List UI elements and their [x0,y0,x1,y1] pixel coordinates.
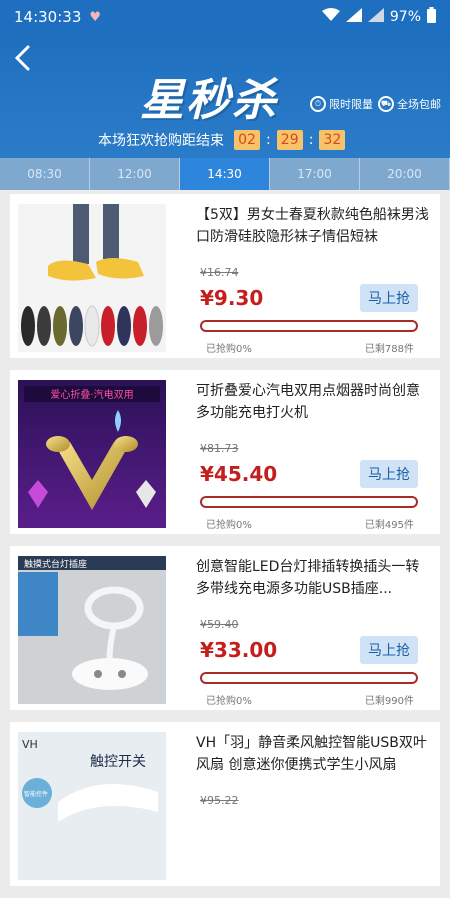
buy-now-button[interactable]: 马上抢 [360,460,418,488]
tab-2000[interactable]: 20:00 [360,158,450,190]
product-card[interactable]: 爱心折叠·汽电双用 可折叠爱心汽电双用点烟器时尚创意多功能充电打火机 ¥81.7… [10,370,440,534]
back-arrow-icon[interactable] [10,44,38,72]
progress-bar [200,320,418,332]
lighter-banner-text: 爱心折叠·汽电双用 [50,388,133,401]
product-name: 【5双】男女士春夏秋款纯色船袜男浅口防滑硅胶隐形袜子情侣短袜 [196,207,429,245]
sale-price: ¥33.00 [200,638,278,662]
status-bar: 14:30:33 ♥ 97% [0,0,450,34]
lamp-banner-text: 触摸式台灯插座 [24,558,87,570]
product-name: 创意智能LED台灯排插转换插头一转多带线充电源多功能USB插座... [196,559,420,597]
status-icons: 97% [321,7,436,27]
remaining-count: 已剩495件 [364,520,414,531]
tab-1430[interactable]: 14:30 [180,158,270,190]
colon: : [266,132,271,148]
truck-icon: ⛟ [378,96,394,112]
tab-0830[interactable]: 08:30 [0,158,90,190]
fan-brand-text: VH [22,738,38,751]
countdown-hours: 02 [234,130,260,150]
header: 星秒杀 ⏱ 限时限量 ⛟ 全场包邮 本场狂欢抢购距结束 02 : 29 : 32 [0,34,450,158]
page-title: 星秒杀 [140,75,278,126]
buy-now-button[interactable]: 马上抢 [360,636,418,664]
signal-icon [345,8,362,26]
progress-bar [200,496,418,508]
fan-badge-text: 智能控件 [24,790,48,798]
original-price: ¥16.74 [200,266,239,279]
countdown-label: 本场狂欢抢购距结束 [98,133,224,149]
product-card[interactable]: 触摸式台灯插座 创意智能LED台灯排插转换插头一转多带线充电源多功能USB插座.… [10,546,440,710]
sold-percent: 已抢购0% [206,344,252,355]
battery-percent: 97% [389,9,421,25]
product-image-socks [18,204,166,352]
remaining-count: 已剩990件 [364,696,414,707]
badge-limited-label: 限时限量 [329,98,373,111]
buy-now-button[interactable]: 马上抢 [360,284,418,312]
sale-price: ¥9.30 [200,286,264,310]
time-tabs: 08:30 12:00 14:30 17:00 20:00 [0,158,450,190]
sold-percent: 已抢购0% [206,696,252,707]
product-card[interactable]: 【5双】男女士春夏秋款纯色船袜男浅口防滑硅胶隐形袜子情侣短袜 ¥16.74 ¥9… [10,194,440,358]
badge-shipping-label: 全场包邮 [397,98,441,111]
signal-icon-2 [367,8,384,26]
original-price: ¥95.22 [200,794,239,807]
product-image-lighter: 爱心折叠·汽电双用 [18,380,166,528]
health-icon: ♥ [89,9,102,25]
original-price: ¥59.40 [200,618,239,631]
tab-1700[interactable]: 17:00 [270,158,360,190]
status-time: 14:30:33 [14,8,82,26]
tab-1200[interactable]: 12:00 [90,158,180,190]
countdown-seconds: 32 [319,130,346,150]
countdown-minutes: 29 [276,130,303,150]
product-list: 【5双】男女士春夏秋款纯色船袜男浅口防滑硅胶隐形袜子情侣短袜 ¥16.74 ¥9… [10,194,440,898]
battery-icon [427,7,436,27]
progress-bar [200,672,418,684]
original-price: ¥81.73 [200,442,239,455]
fan-banner-text: 触控开关 [90,754,146,770]
clock-icon: ⏱ [310,96,326,112]
sold-percent: 已抢购0% [206,520,252,531]
product-image-lamp: 触摸式台灯插座 [18,556,166,704]
product-name: VH「羽」静音柔风触控智能USB双叶风扇 创意迷你便携式学生小风扇 [196,735,427,773]
wifi-icon [321,8,340,26]
product-image-fan: VH 触控开关 智能控件 [18,732,166,880]
badge-free-shipping: ⛟ 全场包邮 [378,96,441,112]
countdown: 本场狂欢抢购距结束 02 : 29 : 32 [98,130,349,150]
colon: : [308,132,314,148]
badge-limited: ⏱ 限时限量 [310,96,373,112]
remaining-count: 已剩788件 [364,344,414,355]
sale-price: ¥45.40 [200,462,278,486]
product-name: 可折叠爱心汽电双用点烟器时尚创意多功能充电打火机 [196,383,420,421]
product-card[interactable]: VH 触控开关 智能控件 VH「羽」静音柔风触控智能USB双叶风扇 创意迷你便携… [10,722,440,886]
